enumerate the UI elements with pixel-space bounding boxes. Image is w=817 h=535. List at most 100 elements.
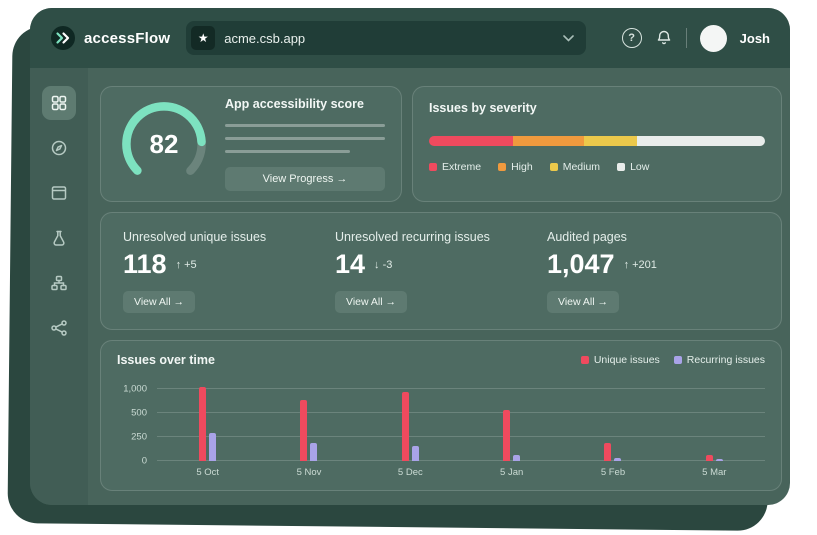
view-progress-button[interactable]: View Progress → [225,167,385,191]
brand-name: accessFlow [84,30,170,47]
flask-icon [50,229,68,247]
stat-value: 118 [123,249,167,280]
sidebar-item-explore[interactable] [42,131,76,165]
severity-segment-extreme [429,136,513,146]
chart-x-axis: 5 Oct5 Nov5 Dec5 Jan5 Feb5 Mar [117,467,765,478]
body-row: 82 App accessibility score View Progress… [30,68,790,505]
sidebar-item-pages[interactable] [42,176,76,210]
dashboard-icon [50,94,68,112]
bar-unique-issues [503,410,510,461]
stat-delta: ↑ +201 [624,259,657,271]
legend-label: Unique issues [594,354,660,366]
chart-header: Issues over time Unique issues Recurring … [117,353,765,367]
legend-label: Low [630,161,649,173]
chart-y-labels: 1,0005002500 [117,381,157,461]
share-nodes-icon [50,319,68,337]
chart-legend-item: Recurring issues [674,354,765,366]
severity-legend-item: Medium [550,161,600,173]
score-skeleton-lines [225,124,385,153]
app-window: accessFlow ★ acme.csb.app ? Josh [30,8,790,505]
main-content: 82 App accessibility score View Progress… [88,68,790,505]
bar-unique-issues [604,443,611,461]
legend-label: Extreme [442,161,481,173]
legend-swatch [550,163,558,171]
sidebar-item-integrations[interactable] [42,311,76,345]
view-all-audited-pages-button[interactable]: View All → [547,291,619,313]
stat-value: 1,047 [547,249,615,280]
view-all-recurring-issues-button[interactable]: View All → [335,291,407,313]
legend-swatch [581,356,589,364]
skeleton-line [225,124,385,127]
severity-legend-item: High [498,161,533,173]
topbar-divider [686,28,687,48]
x-tick-label: 5 Dec [360,467,461,478]
notifications-bell-icon[interactable] [655,29,673,47]
brand: accessFlow [50,25,170,51]
issues-over-time-card: Issues over time Unique issues Recurring … [100,340,782,491]
legend-label: Medium [563,161,600,173]
x-tick-label: 5 Nov [258,467,359,478]
severity-bar [429,136,765,146]
legend-label: High [511,161,533,173]
skeleton-line [225,137,385,140]
legend-swatch [498,163,506,171]
help-icon[interactable]: ? [622,28,642,48]
site-selector[interactable]: ★ acme.csb.app [186,21,586,55]
bar-group [360,381,461,461]
severity-legend-item: Low [617,161,649,173]
chevron-down-icon [563,35,574,42]
severity-segment-medium [584,136,638,146]
sidebar [30,68,88,505]
bar-group [461,381,562,461]
topbar-actions: ? Josh [622,25,770,52]
site-selector-value: acme.csb.app [224,31,554,46]
stat-label: Unresolved recurring issues [335,230,490,244]
x-tick-label: 5 Mar [664,467,765,478]
view-all-unique-issues-button[interactable]: View All → [123,291,195,313]
stat-label: Audited pages [547,230,627,244]
bar-group [664,381,765,461]
score-card-title: App accessibility score [225,97,385,111]
stat-audited-pages: Audited pages 1,047 ↑ +201 View All → [547,230,759,313]
user-name: Josh [740,31,770,46]
skeleton-line [225,150,350,153]
bar-unique-issues [199,387,206,461]
compass-icon [50,139,68,157]
stat-label: Unresolved unique issues [123,230,266,244]
y-tick-label: 250 [131,432,147,443]
accessibility-score-card: 82 App accessibility score View Progress… [100,86,402,202]
bar-group [562,381,663,461]
chart-x-labels: 5 Oct5 Nov5 Dec5 Jan5 Feb5 Mar [157,467,765,478]
accessibility-score-gauge: 82 [117,97,211,191]
stats-card: Unresolved unique issues 118 ↑ +5 View A… [100,212,782,330]
legend-swatch [429,163,437,171]
stat-value: 14 [335,249,365,280]
sitemap-icon [50,274,68,292]
stat-delta: ↓ -3 [374,259,392,271]
score-card-right: App accessibility score View Progress → [225,97,385,191]
chart-title: Issues over time [117,353,215,367]
accessflow-logo-icon [50,25,76,51]
sidebar-item-tests[interactable] [42,221,76,255]
bar-recurring-issues [513,455,520,461]
x-tick-label: 5 Feb [562,467,663,478]
bar-recurring-issues [412,446,419,461]
x-tick-label: 5 Jan [461,467,562,478]
stat-unresolved-recurring-issues: Unresolved recurring issues 14 ↓ -3 View… [335,230,547,313]
x-tick-label: 5 Oct [157,467,258,478]
severity-segment-low [637,136,765,146]
sidebar-item-components[interactable] [42,266,76,300]
sidebar-item-dashboard[interactable] [42,86,76,120]
avatar[interactable] [700,25,727,52]
y-tick-label: 1,000 [123,384,147,395]
y-tick-label: 0 [142,456,147,467]
bar-unique-issues [402,392,409,461]
severity-card-title: Issues by severity [429,101,765,115]
bar-group [157,381,258,461]
severity-legend: Extreme High Medium Low [429,161,765,173]
bar-recurring-issues [209,433,216,461]
bar-recurring-issues [614,458,621,461]
window-icon [50,184,68,202]
bar-recurring-issues [716,459,723,461]
bar-unique-issues [300,400,307,461]
